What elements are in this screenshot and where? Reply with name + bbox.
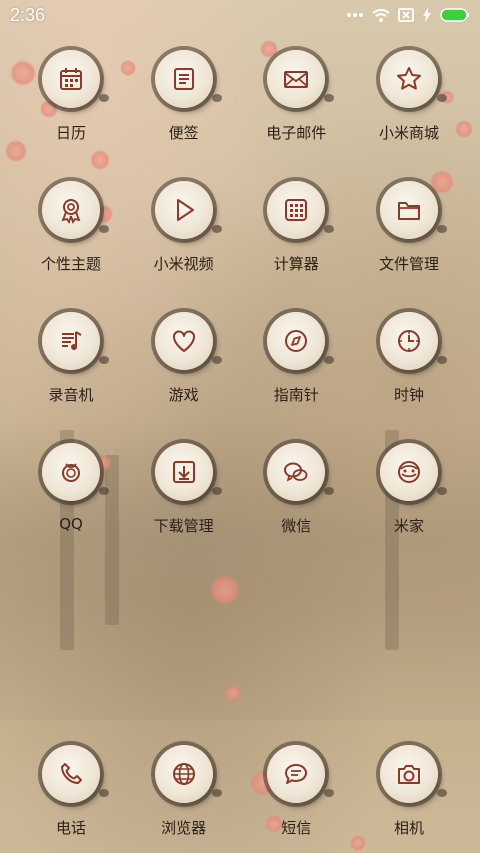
message-icon-glyph (285, 763, 308, 784)
app-mail[interactable]: 电子邮件 (241, 50, 351, 181)
app-label: 电子邮件 (266, 124, 327, 142)
theme-badge-icon-glyph (61, 199, 81, 225)
calendar-icon[interactable] (42, 50, 109, 108)
download-icon[interactable] (154, 443, 222, 501)
app-compass[interactable]: 指南针 (241, 312, 351, 443)
play-icon[interactable] (154, 181, 222, 239)
message-icon[interactable] (267, 745, 335, 803)
status-time: 2:36 (10, 4, 46, 25)
theme-badge-icon[interactable] (42, 181, 109, 239)
camera-icon[interactable] (379, 745, 447, 803)
app-play[interactable]: 小米视频 (129, 181, 239, 312)
compass-icon[interactable] (267, 312, 335, 370)
calculator-icon[interactable] (267, 181, 335, 239)
battery-icon (440, 8, 469, 22)
heart-icon-glyph (172, 330, 195, 352)
app-label: 浏览器 (161, 819, 207, 837)
app-notes[interactable]: 便签 (129, 50, 239, 181)
app-calendar[interactable]: 日历 (16, 50, 126, 181)
wifi-icon (372, 9, 390, 22)
app-label: 录音机 (48, 386, 94, 404)
app-label: 微信 (281, 517, 312, 535)
no-sim-icon (398, 8, 414, 22)
app-heart[interactable]: 游戏 (129, 312, 239, 443)
app-clock[interactable]: 时钟 (354, 312, 464, 443)
folder-icon-glyph (397, 202, 420, 220)
download-icon-glyph (172, 461, 195, 483)
status-bar: 2:36 (0, 0, 480, 30)
globe-icon[interactable] (154, 745, 222, 803)
app-theme-badge[interactable]: 个性主题 (16, 181, 126, 312)
calculator-icon-glyph (285, 199, 308, 221)
app-star[interactable]: 小米商城 (354, 50, 464, 181)
app-label: 时钟 (393, 386, 424, 404)
app-label: QQ (59, 515, 83, 533)
star-icon-glyph (396, 67, 421, 90)
notes-icon-glyph (173, 68, 194, 90)
app-label: 电话 (55, 819, 86, 837)
app-phone[interactable]: 电话 (16, 745, 126, 838)
app-label: 日历 (55, 124, 86, 142)
app-label: 小米视频 (153, 255, 214, 273)
app-mijia[interactable]: 米家 (354, 443, 464, 574)
app-calculator[interactable]: 计算器 (241, 181, 351, 312)
app-label: 计算器 (273, 255, 319, 273)
star-icon[interactable] (379, 50, 447, 108)
app-globe[interactable]: 浏览器 (129, 745, 239, 838)
play-icon-glyph (176, 199, 194, 221)
compass-icon-glyph (285, 330, 308, 352)
app-qq[interactable]: QQ (16, 443, 126, 574)
app-grid: 日历 便签 电子邮件 小米商城个性主题 小米视频 计算器 文件管理录音机 游戏 指南针 时钟 QQ 下… (0, 50, 480, 574)
app-camera[interactable]: 相机 (354, 745, 464, 838)
mijia-icon[interactable] (379, 443, 447, 501)
globe-icon-glyph (172, 763, 195, 785)
app-label: 指南针 (273, 386, 319, 404)
app-wechat[interactable]: 微信 (241, 443, 351, 574)
app-recorder[interactable]: 录音机 (16, 312, 126, 443)
app-message[interactable]: 短信 (241, 745, 351, 838)
app-label: 游戏 (168, 386, 199, 404)
dock: 电话 浏览器 短信 相机 (0, 745, 480, 838)
mijia-icon-glyph (397, 461, 420, 483)
calendar-icon-glyph (60, 68, 82, 90)
app-label: 文件管理 (378, 255, 439, 273)
app-label: 小米商城 (378, 124, 439, 142)
app-label: 相机 (393, 819, 424, 837)
mail-icon[interactable] (267, 50, 335, 108)
app-label: 便签 (168, 124, 199, 142)
more-dots-icon (347, 13, 363, 17)
app-folder[interactable]: 文件管理 (354, 181, 464, 312)
heart-icon[interactable] (154, 312, 222, 370)
recorder-icon[interactable] (42, 312, 109, 370)
wechat-icon-glyph (284, 462, 308, 482)
phone-icon-glyph (61, 763, 82, 784)
folder-icon[interactable] (379, 181, 447, 239)
app-label: 个性主题 (40, 255, 101, 273)
charging-bolt-icon (423, 8, 431, 22)
app-label: 下载管理 (153, 517, 214, 535)
notes-icon[interactable] (154, 50, 222, 108)
app-label: 米家 (393, 517, 424, 535)
wechat-icon[interactable] (267, 443, 335, 501)
qq-icon[interactable] (42, 443, 109, 501)
app-label: 短信 (281, 819, 312, 837)
recorder-icon-glyph (62, 331, 82, 350)
mail-icon-glyph (284, 71, 309, 88)
clock-icon-glyph (397, 330, 420, 352)
clock-icon[interactable] (379, 312, 447, 370)
status-icons (346, 8, 470, 22)
phone-icon[interactable] (42, 745, 109, 803)
app-download[interactable]: 下载管理 (129, 443, 239, 574)
camera-icon-glyph (397, 765, 420, 784)
qq-icon-glyph (62, 463, 80, 482)
